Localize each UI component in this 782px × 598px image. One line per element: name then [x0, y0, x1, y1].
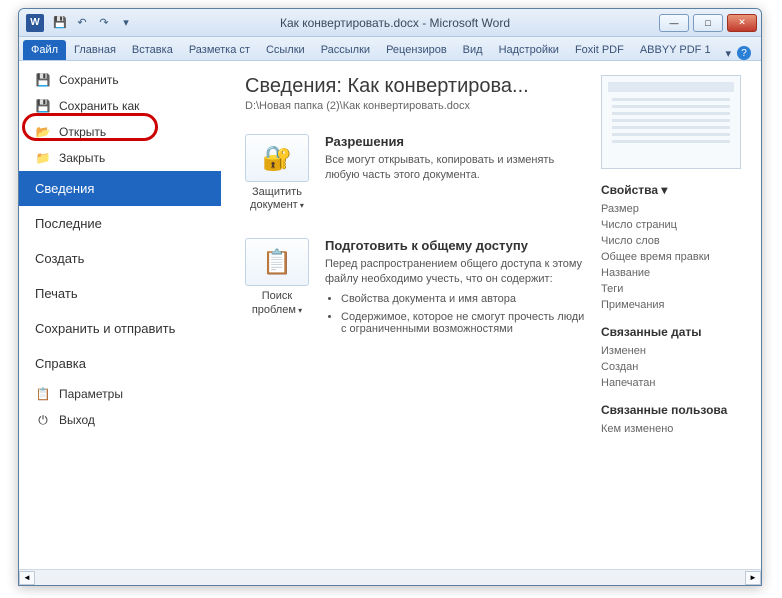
tab-references[interactable]: Ссылки — [258, 40, 313, 60]
related-people-heading: Связанные пользова — [601, 403, 749, 417]
property-row: Изменен — [601, 345, 749, 357]
tab-home[interactable]: Главная — [66, 40, 124, 60]
scroll-left-icon[interactable]: ◄ — [19, 571, 35, 585]
info-pane: Сведения: Как конвертирова... D:\Новая п… — [221, 61, 761, 569]
file-menu-open[interactable]: 📂 Открыть — [19, 119, 221, 145]
info-path: D:\Новая папка (2)\Как конвертировать.do… — [245, 100, 587, 112]
permissions-heading: Разрешения — [325, 134, 587, 149]
file-menu-save-as[interactable]: 💾 Сохранить как — [19, 93, 221, 119]
dropdown-icon: ▾ — [298, 201, 304, 210]
file-menu-help[interactable]: Справка — [19, 346, 221, 381]
scroll-right-icon[interactable]: ► — [745, 571, 761, 585]
file-menu-new[interactable]: Создать — [19, 241, 221, 276]
properties-sidebar: Свойства ▾ Размер Число страниц Число сл… — [601, 75, 749, 559]
file-menu-label: Сохранить и отправить — [35, 321, 175, 336]
help-icon[interactable]: ? — [737, 46, 751, 60]
prepare-block: 📋 Поиск проблем ▾ Подготовить к общему д… — [245, 238, 587, 341]
file-menu-label: Параметры — [59, 387, 123, 401]
options-icon: 📋 — [35, 386, 51, 402]
prepare-heading: Подготовить к общему доступу — [325, 238, 587, 253]
folder-open-icon: 📂 — [35, 124, 51, 140]
file-menu-label: Открыть — [59, 125, 106, 139]
save-disk-icon: 💾 — [35, 72, 51, 88]
property-row: Напечатан — [601, 377, 749, 389]
word-app-icon: W — [26, 14, 44, 32]
backstage: 💾 Сохранить 💾 Сохранить как 📂 Открыть 📁 Закр… — [19, 61, 761, 569]
tab-abbyy[interactable]: ABBYY PDF 1 — [632, 40, 719, 60]
window-controls: — □ ✕ — [655, 14, 757, 32]
prepare-text: Перед распространением общего доступа к … — [325, 257, 587, 287]
prepare-bullet: Свойства документа и имя автора — [341, 293, 587, 305]
related-dates-heading: Связанные даты — [601, 325, 749, 339]
folder-close-icon: 📁 — [35, 150, 51, 166]
file-menu-label: Закрыть — [59, 151, 105, 165]
file-menu-label: Справка — [35, 356, 86, 371]
tab-layout[interactable]: Разметка ст — [181, 40, 258, 60]
button-label: Поиск проблем — [252, 290, 296, 315]
info-title: Сведения: Как конвертирова... — [245, 75, 587, 98]
property-row: Примечания — [601, 299, 749, 311]
file-menu-print[interactable]: Печать — [19, 276, 221, 311]
file-menu-label: Сохранить — [59, 73, 119, 87]
tab-insert[interactable]: Вставка — [124, 40, 181, 60]
file-menu: 💾 Сохранить 💾 Сохранить как 📂 Открыть 📁 Закр… — [19, 61, 221, 569]
properties-heading[interactable]: Свойства ▾ — [601, 183, 749, 197]
protect-document-button[interactable]: 🔐 Защитить документ ▾ — [245, 134, 309, 212]
info-main: Сведения: Как конвертирова... D:\Новая п… — [245, 75, 601, 559]
ribbon-tabs: Файл Главная Вставка Разметка ст Ссылки … — [19, 37, 761, 61]
tab-review[interactable]: Рецензиров — [378, 40, 455, 60]
file-menu-label: Сохранить как — [59, 99, 139, 113]
permissions-block: 🔐 Защитить документ ▾ Разрешения Все мог… — [245, 134, 587, 212]
maximize-button[interactable]: □ — [693, 14, 723, 32]
property-row: Общее время правки — [601, 251, 749, 263]
property-row: Создан — [601, 361, 749, 373]
file-menu-save[interactable]: 💾 Сохранить — [19, 67, 221, 93]
ribbon-minimize-icon[interactable]: ▾ — [725, 47, 731, 60]
lock-key-icon: 🔐 — [262, 144, 292, 173]
window-title: Как конвертировать.docx - Microsoft Word — [135, 16, 655, 30]
file-menu-share[interactable]: Сохранить и отправить — [19, 311, 221, 346]
exit-icon: ⏻ — [35, 412, 51, 428]
file-menu-exit[interactable]: ⏻ Выход — [19, 407, 221, 433]
quick-access-toolbar: 💾 ↶ ↷ ▾ — [51, 14, 135, 32]
tab-addins[interactable]: Надстройки — [491, 40, 567, 60]
tab-file[interactable]: Файл — [23, 40, 66, 60]
file-menu-info[interactable]: Сведения — [19, 171, 221, 206]
property-row: Название — [601, 267, 749, 279]
file-menu-label: Создать — [35, 251, 84, 266]
check-issues-button[interactable]: 📋 Поиск проблем ▾ — [245, 238, 309, 341]
titlebar: W 💾 ↶ ↷ ▾ Как конвертировать.docx - Micr… — [19, 9, 761, 37]
qat-save-icon[interactable]: 💾 — [51, 14, 69, 32]
property-row: Теги — [601, 283, 749, 295]
file-menu-label: Выход — [59, 413, 95, 427]
document-thumbnail[interactable] — [601, 75, 741, 169]
qat-undo-icon[interactable]: ↶ — [73, 14, 91, 32]
permissions-text: Все могут открывать, копировать и изменя… — [325, 153, 587, 183]
file-menu-label: Сведения — [35, 181, 94, 196]
close-button[interactable]: ✕ — [727, 14, 757, 32]
horizontal-scrollbar[interactable]: ◄ ► — [19, 569, 761, 585]
tab-view[interactable]: Вид — [455, 40, 491, 60]
property-row: Число слов — [601, 235, 749, 247]
save-as-icon: 💾 — [35, 98, 51, 114]
file-menu-close[interactable]: 📁 Закрыть — [19, 145, 221, 171]
property-row: Размер — [601, 203, 749, 215]
app-window: W 💾 ↶ ↷ ▾ Как конвертировать.docx - Micr… — [18, 8, 762, 586]
dropdown-icon: ▾ — [296, 306, 302, 315]
checklist-icon: 📋 — [262, 248, 292, 277]
file-menu-recent[interactable]: Последние — [19, 206, 221, 241]
qat-redo-icon[interactable]: ↷ — [95, 14, 113, 32]
tab-foxit[interactable]: Foxit PDF — [567, 40, 632, 60]
minimize-button[interactable]: — — [659, 14, 689, 32]
file-menu-label: Последние — [35, 216, 102, 231]
tab-mailings[interactable]: Рассылки — [313, 40, 378, 60]
button-label: Защитить документ — [250, 186, 302, 211]
file-menu-label: Печать — [35, 286, 78, 301]
prepare-bullet: Содержимое, которое не смогут прочесть л… — [341, 311, 587, 335]
property-row: Число страниц — [601, 219, 749, 231]
property-row: Кем изменено — [601, 423, 749, 435]
file-menu-options[interactable]: 📋 Параметры — [19, 381, 221, 407]
qat-customize-dropdown[interactable]: ▾ — [117, 14, 135, 32]
